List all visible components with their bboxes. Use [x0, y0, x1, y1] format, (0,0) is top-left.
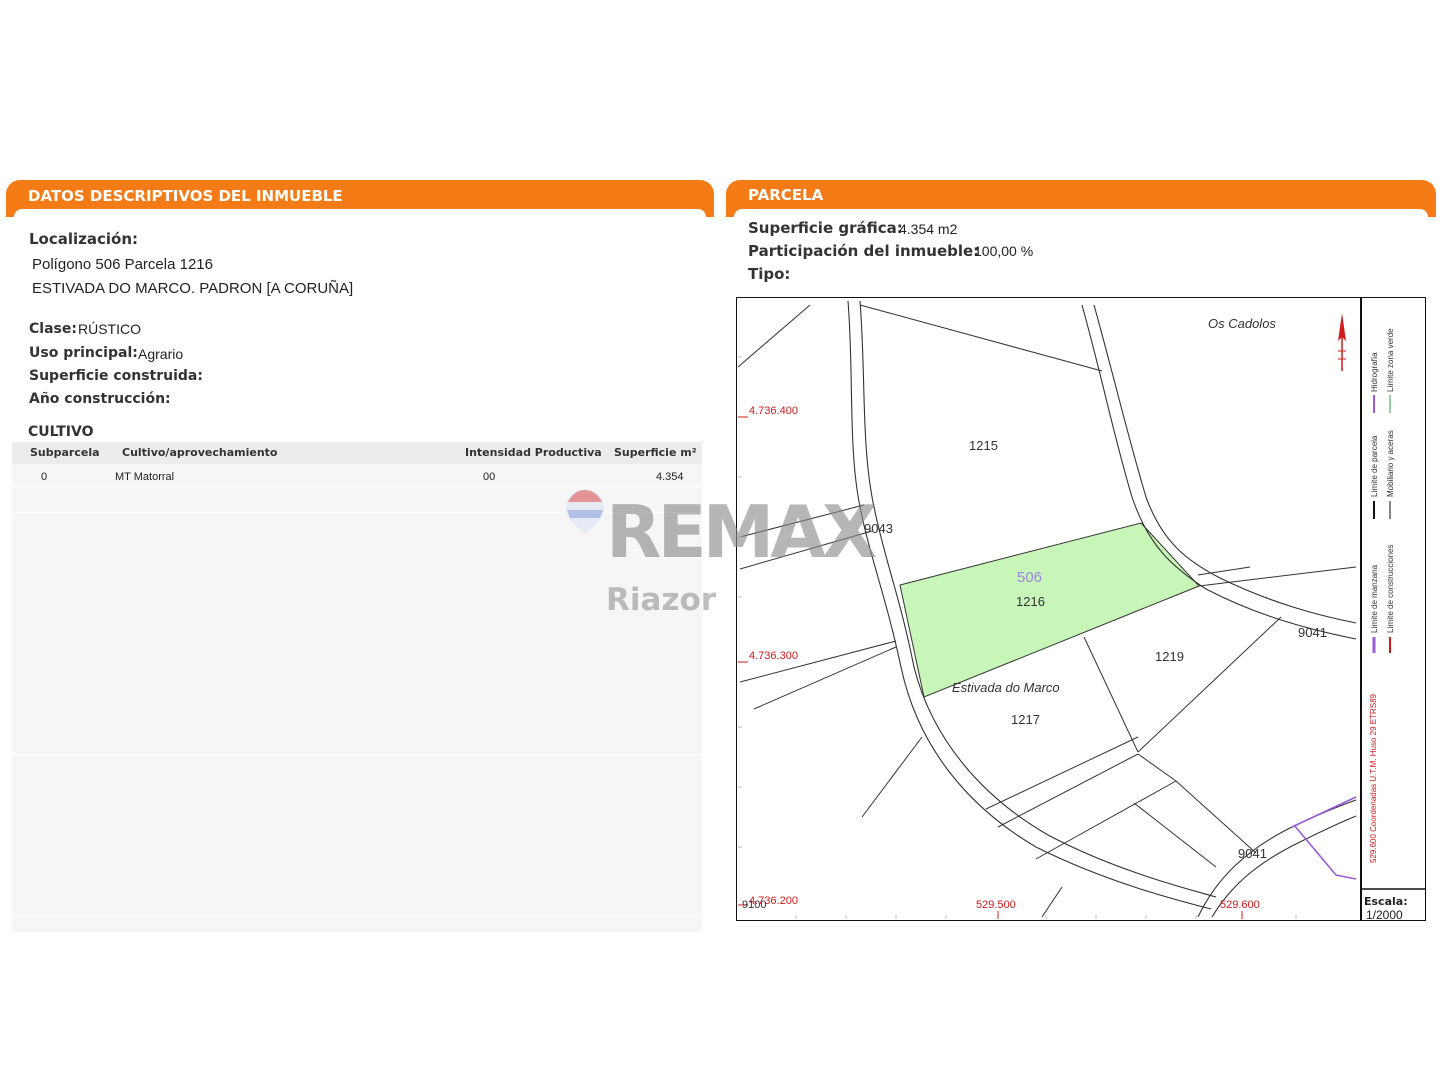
divider [12, 754, 702, 755]
legend-hidrografia: Hidrografía [1370, 352, 1379, 392]
legend-coordenadas: 529.600 Coordenadas U.T.M. Huso 29 ETRS8… [1369, 693, 1378, 863]
polygon-label: 506 [1017, 569, 1042, 586]
parcel-label: 1219 [1155, 649, 1184, 664]
section-header-parcela: PARCELA [726, 180, 1436, 217]
x-coord-label: 529.600 [1220, 899, 1260, 911]
y-coord-label: 4.736.300 [749, 650, 798, 662]
localizacion-line2: ESTIVADA DO MARCO. PADRON [A CORUÑA] [32, 280, 354, 297]
th-subparcela: Subparcela [30, 446, 100, 459]
section-header-datos: DATOS DESCRIPTIVOS DEL INMUEBLE [6, 180, 714, 217]
clase-value: RÚSTICO [78, 321, 141, 337]
cadastral-map: 4.736.400 4.736.300 4.736.200 529.500 52… [736, 297, 1426, 921]
superficie-grafica-value: 4.354 m2 [899, 221, 958, 237]
parcel-label: 1217 [1011, 712, 1040, 727]
x-coord-label: 529.500 [976, 899, 1016, 911]
road-code-label: 9041 [1298, 625, 1327, 640]
uso-principal-label: Uso principal: [29, 345, 138, 361]
th-cultivo: Cultivo/aprovechamiento [122, 446, 278, 459]
parcel-label: 1216 [1016, 594, 1045, 609]
divider [12, 486, 702, 487]
localizacion-label: Localización: [29, 230, 139, 248]
uso-principal-value: Agrario [138, 346, 184, 362]
participacion-value: 100,00 % [974, 243, 1034, 259]
th-superficie: Superficie m² [614, 446, 697, 459]
legend-limite-construcciones: Límite de construcciones [1386, 545, 1395, 634]
escala-label: Escala: [1364, 895, 1408, 908]
tipo-label: Tipo: [748, 265, 791, 283]
cell-cultivo: MT Matorral [115, 471, 175, 483]
legend-limite-parcela: Límite de parcela [1370, 435, 1379, 497]
cell-superficie: 4.354 [656, 471, 684, 483]
road-code-label: 9043 [864, 521, 893, 536]
cultivo-title: CULTIVO [28, 424, 94, 440]
ano-construccion-label: Año construcción: [29, 391, 171, 407]
cell-intensidad: 00 [483, 471, 496, 483]
y-coord-label: 4.736.400 [749, 405, 798, 417]
cultivo-table: Subparcela Cultivo/aprovechamiento Inten… [12, 442, 702, 932]
th-intensidad: Intensidad Productiva [465, 446, 602, 459]
participacion-label: Participación del inmueble: [748, 242, 980, 260]
parcel-label: 1215 [969, 438, 998, 453]
road-code-label: 9100 [742, 899, 766, 911]
superficie-grafica-label: Superficie gráfica: [748, 219, 903, 237]
superficie-construida-label: Superficie construida: [29, 368, 203, 384]
divider [12, 512, 702, 513]
legend-limite-manzana: Límite de manzana [1370, 564, 1379, 633]
table-header-row: Subparcela Cultivo/aprovechamiento Inten… [12, 442, 702, 464]
legend-zona-verde: Límite zona verde [1386, 328, 1395, 392]
escala-value: 1/2000 [1366, 908, 1403, 921]
legend-mobiliario: Mobiliario y aceras [1386, 430, 1395, 497]
clase-label: Clase: [29, 321, 77, 337]
cell-subparcela: 0 [41, 471, 48, 483]
street-name-label: Estivada do Marco [952, 680, 1060, 695]
divider [12, 916, 702, 917]
place-name-label: Os Cadolos [1208, 316, 1276, 331]
road-code-label: 9041 [1238, 846, 1267, 861]
localizacion-line1: Polígono 506 Parcela 1216 [32, 256, 213, 273]
